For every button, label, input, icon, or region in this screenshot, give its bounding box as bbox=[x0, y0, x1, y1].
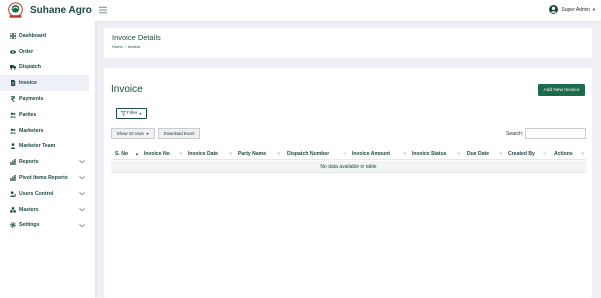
breadcrumb: Home / Invoice bbox=[112, 44, 140, 49]
sort-icon: ⇅ bbox=[499, 151, 503, 156]
sidebar-item-label: Masters bbox=[19, 206, 39, 213]
menu-toggle-icon[interactable] bbox=[99, 6, 107, 14]
eye-icon bbox=[10, 49, 16, 55]
sidebar-item-marketers[interactable]: Marketers bbox=[0, 123, 95, 139]
sidebar-item-label: Marketers bbox=[19, 127, 44, 134]
breadcrumb-current: Invoice bbox=[127, 44, 141, 49]
brand-name: Suhane Agro bbox=[30, 5, 92, 16]
filter-button[interactable]: Filter ▼ bbox=[116, 108, 147, 119]
sidebar-item-label: Marketer Team bbox=[19, 143, 56, 150]
sidebar-item-label: Settings bbox=[19, 222, 40, 229]
column-header-invoice-no[interactable]: Invoice No bbox=[144, 148, 170, 160]
grid-icon bbox=[10, 32, 16, 39]
chevron-down-icon bbox=[79, 223, 85, 227]
users-icon bbox=[10, 112, 16, 118]
file-icon bbox=[10, 80, 16, 87]
sidebar-nav: Dashboard Order Dispatch Invoice Payment… bbox=[0, 28, 95, 233]
show-rows-select[interactable]: Show 10 rows ▼ bbox=[111, 128, 155, 139]
sidebar-item-order[interactable]: Order bbox=[0, 44, 95, 60]
filter-icon bbox=[120, 111, 126, 116]
column-header-actions[interactable]: Actions bbox=[554, 148, 573, 160]
sidebar-item-reports[interactable]: Reports bbox=[0, 154, 95, 170]
sidebar-item-label: Payments bbox=[19, 96, 44, 103]
caret-down-icon: ▼ bbox=[144, 131, 150, 136]
card-title: Invoice bbox=[111, 84, 143, 95]
chevron-down-icon bbox=[79, 160, 85, 164]
sidebar-item-label: Invoice bbox=[19, 80, 37, 87]
sort-icon: ⇅ bbox=[229, 151, 233, 156]
cubes-icon bbox=[10, 206, 16, 213]
chevron-down-icon bbox=[79, 175, 85, 180]
sidebar-item-label: Pivot Items Reports bbox=[19, 175, 68, 182]
filter-label: Filter bbox=[126, 111, 138, 116]
sidebar-item-label: Users Control bbox=[19, 190, 54, 197]
sidebar-item-label: Order bbox=[19, 48, 34, 55]
sidebar-item-pivot-items-reports[interactable]: Pivot Items Reports bbox=[0, 170, 95, 186]
sidebar-item-users-control[interactable]: Users Control bbox=[0, 186, 95, 202]
column-header-s-no[interactable]: S. No bbox=[115, 148, 128, 160]
column-header-invoice-status[interactable]: Invoice Status bbox=[412, 148, 447, 160]
sidebar: Suhane Agro Dashboard Order Dispatch Inv… bbox=[0, 0, 95, 298]
column-header-invoice-amount[interactable]: Invoice Amount bbox=[352, 148, 390, 160]
sidebar-item-dispatch[interactable]: Dispatch bbox=[0, 60, 95, 76]
sidebar-item-masters[interactable]: Masters bbox=[0, 202, 95, 218]
page-title: Invoice Details bbox=[112, 33, 161, 42]
user-cog-icon bbox=[10, 191, 16, 197]
chart-icon bbox=[10, 159, 16, 166]
table-empty-row: No data available in table bbox=[111, 161, 586, 173]
sidebar-item-label: Dispatch bbox=[19, 64, 41, 71]
rupee-icon bbox=[10, 96, 16, 103]
column-header-created-by[interactable]: Created By bbox=[508, 148, 535, 160]
sort-icon: ⇅ bbox=[457, 151, 461, 156]
team-icon bbox=[10, 143, 16, 150]
show-rows-label: Show 10 rows bbox=[116, 131, 144, 136]
download-excel-button[interactable]: Download Excel bbox=[158, 128, 200, 139]
sort-icon: ⇅ bbox=[581, 151, 585, 156]
page-header: Invoice Details Home / Invoice bbox=[104, 28, 592, 58]
brand[interactable]: Suhane Agro bbox=[0, 0, 95, 22]
users-icon bbox=[10, 128, 16, 134]
sidebar-item-dashboard[interactable]: Dashboard bbox=[0, 28, 95, 44]
column-header-dispatch-number[interactable]: Dispatch Number bbox=[287, 148, 329, 160]
sidebar-item-label: Parties bbox=[19, 111, 37, 118]
user-avatar-icon bbox=[549, 5, 559, 14]
sidebar-item-payments[interactable]: Payments bbox=[0, 91, 95, 107]
sidebar-item-label: Reports bbox=[19, 159, 39, 166]
topbar: Super Admin ▼ bbox=[95, 0, 601, 21]
sort-icon: ⇅ bbox=[543, 151, 547, 156]
column-header-party-name[interactable]: Party Name bbox=[238, 148, 266, 160]
sort-icon: ⇅ bbox=[179, 151, 183, 156]
column-header-due-date[interactable]: Due Date bbox=[467, 148, 489, 160]
search-label: Search: bbox=[506, 131, 524, 137]
chart-icon bbox=[10, 175, 16, 182]
sidebar-item-settings[interactable]: Settings bbox=[0, 218, 95, 234]
user-menu[interactable]: Super Admin ▼ bbox=[549, 5, 596, 14]
user-name: Super Admin bbox=[561, 6, 591, 13]
sidebar-item-invoice[interactable]: Invoice bbox=[0, 75, 89, 92]
sidebar-item-marketer-team[interactable]: Marketer Team bbox=[0, 139, 95, 155]
invoice-card: Invoice Add New Invoice Filter ▼ Show 10… bbox=[104, 68, 592, 298]
chevron-down-icon bbox=[79, 191, 85, 196]
sidebar-item-parties[interactable]: Parties bbox=[0, 107, 95, 123]
gear-icon bbox=[10, 222, 16, 229]
table-header: S. No ▲ Invoice No ⇅ Invoice Date ⇅ Part… bbox=[111, 148, 586, 160]
truck-icon bbox=[10, 64, 16, 71]
sort-icon: ⇅ bbox=[403, 151, 407, 156]
breadcrumb-separator: / bbox=[124, 44, 126, 49]
column-header-invoice-date[interactable]: Invoice Date bbox=[188, 148, 218, 160]
sort-asc-icon: ▲ bbox=[135, 151, 139, 156]
chevron-down-icon bbox=[79, 207, 85, 212]
sidebar-item-label: Dashboard bbox=[19, 32, 47, 39]
caret-down-icon: ▼ bbox=[138, 111, 143, 116]
logo-icon bbox=[8, 2, 23, 18]
sort-icon: ⇅ bbox=[343, 151, 347, 156]
add-invoice-button[interactable]: Add New Invoice bbox=[538, 84, 585, 96]
search-input[interactable] bbox=[525, 128, 586, 139]
breadcrumb-home[interactable]: Home bbox=[112, 44, 123, 49]
caret-down-icon: ▼ bbox=[592, 7, 596, 12]
sort-icon: ⇅ bbox=[277, 151, 281, 156]
